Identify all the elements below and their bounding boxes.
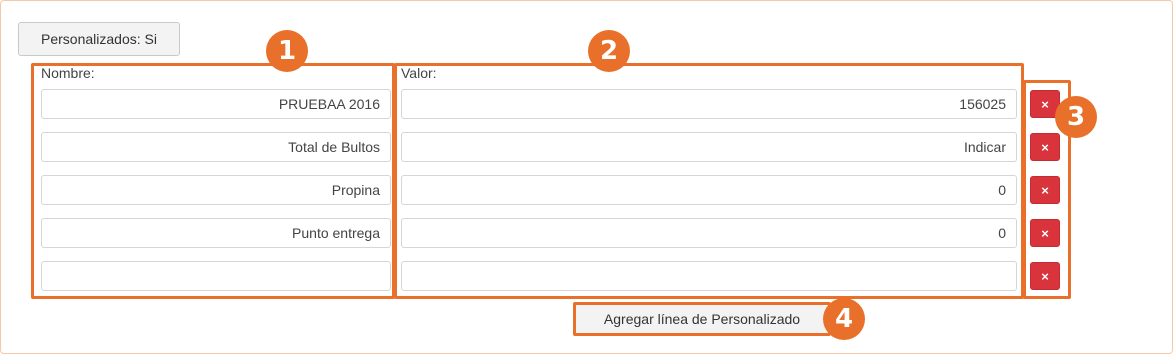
name-field[interactable]: PRUEBAA 2016 (41, 89, 391, 119)
value-field[interactable]: 156025 (401, 89, 1017, 119)
callout-badge-2: 2 (588, 30, 630, 72)
value-field[interactable] (401, 261, 1017, 291)
close-icon: × (1041, 96, 1049, 112)
delete-row-button[interactable]: × (1030, 219, 1060, 247)
name-field[interactable]: Propina (41, 175, 391, 205)
value-field[interactable]: 0 (401, 175, 1017, 205)
name-field[interactable]: Punto entrega (41, 218, 391, 248)
delete-row-button[interactable]: × (1030, 176, 1060, 204)
value-column-header: Valor: (401, 65, 437, 81)
name-field[interactable] (41, 261, 391, 291)
add-custom-line-button[interactable]: Agregar línea de Personalizado (573, 302, 831, 336)
value-field[interactable]: Indicar (401, 132, 1017, 162)
callout-badge-1: 1 (266, 30, 308, 72)
name-column-header: Nombre: (41, 65, 95, 81)
value-field[interactable]: 0 (401, 218, 1017, 248)
delete-row-button[interactable]: × (1030, 133, 1060, 161)
custom-toggle-button[interactable]: Personalizados: Si (18, 22, 180, 56)
close-icon: × (1041, 268, 1049, 284)
close-icon: × (1041, 225, 1049, 241)
name-field[interactable]: Total de Bultos (41, 132, 391, 162)
close-icon: × (1041, 182, 1049, 198)
callout-badge-3: 3 (1055, 96, 1097, 138)
close-icon: × (1041, 139, 1049, 155)
delete-row-button[interactable]: × (1030, 262, 1060, 290)
callout-badge-4: 4 (823, 298, 865, 340)
